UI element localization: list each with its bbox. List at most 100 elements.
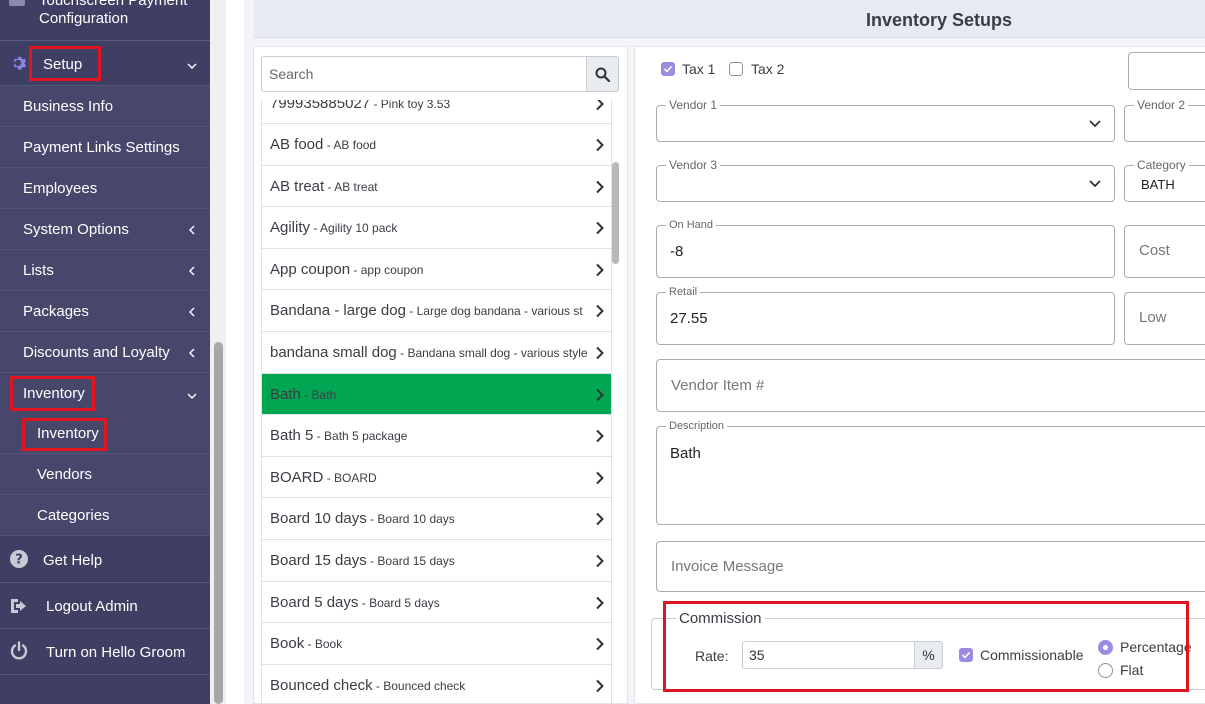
sidebar-item-business-info[interactable]: Business Info: [0, 86, 210, 127]
highlight-inventory-sub: [22, 418, 107, 451]
list-item[interactable]: Board 15 days - Board 15 days: [262, 540, 611, 582]
chevron-right-icon: [595, 429, 605, 444]
page-header: Inventory Setups: [254, 0, 1205, 38]
sidebar-item-label: Vendors: [37, 466, 93, 483]
sidebar-item-label: Get Help: [43, 552, 103, 569]
list-item[interactable]: Board 10 days - Board 10 days: [262, 498, 611, 540]
vendor3-select[interactable]: Vendor 3: [656, 158, 1115, 202]
list-scrollbar-thumb[interactable]: [612, 162, 619, 264]
sidebar-item-system-options[interactable]: System Options: [0, 209, 210, 250]
field-label: Retail: [666, 286, 701, 298]
sidebar-item-hello-groom[interactable]: Turn on Hello Groom: [0, 629, 210, 675]
tax2-checkbox[interactable]: [729, 62, 743, 76]
list-item[interactable]: AB food - AB food: [262, 124, 611, 166]
page-title: Inventory Setups: [866, 10, 1013, 30]
list-item-label: AB treat - AB treat: [270, 177, 378, 195]
invoice-message-input[interactable]: Invoice Message: [656, 541, 1205, 592]
list-item[interactable]: App coupon - app coupon: [262, 249, 611, 291]
card-icon: [9, 0, 25, 6]
chevron-right-icon: [595, 637, 605, 652]
sidebar-item-employees[interactable]: Employees: [0, 168, 210, 209]
sidebar-item-label: Discounts and Loyalty: [23, 344, 170, 361]
sidebar-item-label: Lists: [23, 262, 54, 279]
chevron-down-icon: [186, 59, 198, 71]
top-right-field[interactable]: [1128, 52, 1205, 90]
sidebar-item-packages[interactable]: Packages: [0, 291, 210, 332]
list-item[interactable]: Bath - Bath: [262, 373, 611, 416]
app-window: Touchscreen Payment Configuration Setup B…: [0, 0, 1205, 704]
list-item[interactable]: BOARD - BOARD: [262, 457, 611, 499]
field-label: Vendor 3: [666, 158, 721, 172]
search-button[interactable]: [587, 56, 619, 92]
sidebar: Touchscreen Payment Configuration Setup B…: [0, 0, 210, 704]
chevron-right-icon: [595, 553, 605, 568]
chevron-right-icon: [595, 470, 605, 485]
chevron-right-icon: [595, 595, 605, 610]
highlight-commission: [663, 601, 1189, 692]
list-item-label: Bath 5 - Bath 5 package: [270, 427, 408, 445]
sidebar-item-lists[interactable]: Lists: [0, 250, 210, 291]
highlight-setup: [29, 46, 101, 81]
svg-text:?: ?: [15, 553, 23, 568]
list-item[interactable]: Bounced check - Bounced check: [262, 665, 611, 704]
field-label: Vendor 1: [666, 98, 721, 112]
sidebar-item-logout[interactable]: Logout Admin: [0, 583, 210, 629]
chevron-right-icon: [595, 678, 605, 693]
logout-icon: [11, 599, 26, 613]
field-label: Category: [1134, 158, 1189, 172]
list-item[interactable]: Bath 5 - Bath 5 package: [262, 415, 611, 457]
list-item-label: 799935885027 - Pink toy 3.53: [270, 100, 451, 112]
chevron-right-icon: [595, 304, 605, 319]
list-item[interactable]: bandana small dog - Bandana small dog - …: [262, 332, 611, 374]
vendor-item-input[interactable]: Vendor Item #: [656, 359, 1205, 412]
gear-icon: [13, 56, 27, 70]
chevron-left-icon: [186, 264, 198, 276]
vendor-item-placeholder: Vendor Item #: [671, 377, 765, 394]
search-icon: [595, 67, 610, 82]
search-input[interactable]: [261, 56, 587, 92]
sidebar-item-vendors[interactable]: Vendors: [0, 454, 210, 495]
chevron-right-icon: [595, 100, 605, 111]
list-item[interactable]: 799935885027 - Pink toy 3.53: [262, 100, 611, 124]
tax1-checkbox[interactable]: [661, 62, 675, 76]
list-item[interactable]: Agility - Agility 10 pack: [262, 207, 611, 249]
list-item-label: Board 5 days - Board 5 days: [270, 593, 440, 611]
sidebar-item-categories[interactable]: Categories: [0, 495, 210, 536]
sidebar-item-discounts[interactable]: Discounts and Loyalty: [0, 332, 210, 373]
low-input[interactable]: Low: [1124, 292, 1205, 345]
tax2-label: Tax 2: [751, 61, 785, 77]
low-placeholder: Low: [1139, 309, 1167, 326]
sidebar-item-get-help[interactable]: ? Get Help: [0, 537, 210, 583]
sidebar-item-label: System Options: [23, 221, 129, 238]
vendor2-select[interactable]: Vendor 2: [1124, 98, 1205, 142]
description-textarea[interactable]: Description Bath: [656, 420, 1205, 525]
chevron-right-icon: [595, 262, 605, 277]
sidebar-item-label: Payment Links Settings: [23, 139, 180, 156]
on-hand-value: -8: [670, 243, 684, 260]
list-item[interactable]: AB treat - AB treat: [262, 166, 611, 208]
highlight-inventory: [10, 376, 95, 411]
list-item-label: Agility - Agility 10 pack: [270, 219, 398, 237]
list-item-label: BOARD - BOARD: [270, 468, 377, 486]
sidebar-item-touchscreen-payment[interactable]: Touchscreen Payment Configuration: [0, 0, 210, 41]
chevron-right-icon: [595, 179, 605, 194]
list-item[interactable]: Book - Book: [262, 623, 611, 665]
list-item[interactable]: Bandana - large dog - Large dog bandana …: [262, 290, 611, 332]
field-label: Description: [666, 420, 728, 432]
category-select[interactable]: Category BATH: [1124, 158, 1205, 202]
check-icon: [663, 65, 673, 73]
list-item-label: AB food - AB food: [270, 136, 377, 153]
sidebar-item-label: Categories: [37, 507, 110, 524]
sidebar-scrollbar-thumb[interactable]: [214, 342, 223, 704]
power-icon: [10, 641, 28, 660]
retail-input[interactable]: Retail 27.55: [656, 286, 1115, 345]
cost-input[interactable]: Cost: [1124, 225, 1205, 278]
sidebar-item-label: Employees: [23, 180, 98, 197]
sidebar-item-payment-links[interactable]: Payment Links Settings: [0, 127, 210, 168]
list-item-label: Board 10 days - Board 10 days: [270, 510, 455, 528]
vendor1-select[interactable]: Vendor 1: [656, 98, 1115, 142]
help-icon: ?: [10, 550, 28, 568]
list-item[interactable]: Board 5 days - Board 5 days: [262, 582, 611, 624]
on-hand-input[interactable]: On Hand -8: [656, 219, 1115, 278]
category-value: BATH: [1141, 177, 1175, 192]
